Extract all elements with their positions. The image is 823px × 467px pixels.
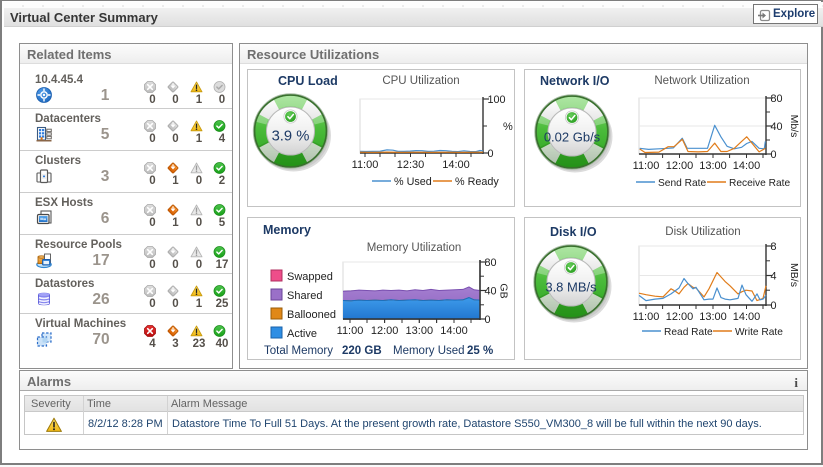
- svg-text:4: 4: [771, 271, 777, 283]
- svg-text:1: 1: [196, 133, 203, 145]
- svg-text:3: 3: [172, 338, 178, 350]
- svg-text:13:00: 13:00: [699, 311, 727, 323]
- svg-text:3.9 %: 3.9 %: [272, 129, 310, 145]
- svg-text:1: 1: [196, 94, 203, 106]
- svg-text:0: 0: [172, 133, 178, 145]
- svg-text:Virtual Machines: Virtual Machines: [35, 318, 126, 330]
- svg-text:0: 0: [149, 217, 155, 229]
- svg-text:Disk Utilization: Disk Utilization: [665, 226, 740, 238]
- svg-text:1: 1: [101, 87, 110, 104]
- svg-text:0: 0: [149, 175, 155, 187]
- svg-text:40: 40: [485, 286, 497, 298]
- svg-text:GB: GB: [498, 283, 510, 298]
- svg-text:80: 80: [771, 93, 783, 105]
- svg-text:14:00: 14:00: [733, 160, 761, 172]
- svg-text:13:00: 13:00: [699, 160, 727, 172]
- svg-text:Network Utilization: Network Utilization: [654, 75, 749, 87]
- svg-text:23: 23: [193, 338, 206, 350]
- svg-text:0: 0: [196, 259, 202, 271]
- svg-text:14:00: 14:00: [442, 159, 470, 171]
- svg-text:Datastores: Datastores: [35, 278, 94, 290]
- svg-text:0: 0: [488, 148, 494, 160]
- svg-text:Total Memory: Total Memory: [264, 345, 333, 357]
- svg-text:0: 0: [149, 298, 155, 310]
- svg-text:40: 40: [771, 121, 783, 133]
- svg-text:Write Rate: Write Rate: [735, 327, 783, 338]
- svg-text:10.4.45.4: 10.4.45.4: [35, 74, 84, 86]
- svg-text:1: 1: [172, 175, 179, 187]
- svg-text:1: 1: [172, 217, 179, 229]
- svg-text:Datacenters: Datacenters: [35, 113, 101, 125]
- svg-text:4: 4: [149, 338, 156, 350]
- svg-text:0: 0: [149, 259, 155, 271]
- svg-text:Clusters: Clusters: [35, 155, 81, 167]
- svg-text:Swapped: Swapped: [287, 271, 333, 283]
- svg-text:25: 25: [216, 298, 229, 310]
- svg-text:220 GB: 220 GB: [342, 345, 382, 357]
- svg-text:17: 17: [216, 259, 229, 271]
- svg-text:4: 4: [219, 133, 226, 145]
- svg-text:11:00: 11:00: [633, 160, 660, 172]
- svg-text:0: 0: [172, 298, 178, 310]
- svg-text:3.8 MB/s: 3.8 MB/s: [545, 280, 597, 295]
- svg-text:5: 5: [101, 126, 110, 143]
- svg-text:0.02 Gb/s: 0.02 Gb/s: [544, 130, 601, 145]
- svg-text:0: 0: [172, 94, 178, 106]
- svg-text:0: 0: [196, 217, 202, 229]
- svg-text:11:00: 11:00: [352, 159, 379, 171]
- svg-text:Memory Utilization: Memory Utilization: [367, 242, 462, 254]
- svg-text:12:00: 12:00: [666, 311, 694, 323]
- svg-text:Resource Pools: Resource Pools: [35, 239, 122, 251]
- svg-text:Read Rate: Read Rate: [664, 327, 713, 338]
- svg-text:0: 0: [771, 149, 777, 161]
- svg-text:80: 80: [485, 257, 497, 269]
- svg-text:0: 0: [219, 94, 225, 106]
- svg-text:14:00: 14:00: [733, 311, 761, 323]
- svg-text:17: 17: [92, 252, 109, 269]
- svg-text:Disk I/O: Disk I/O: [550, 225, 597, 239]
- svg-text:0: 0: [172, 259, 178, 271]
- svg-text:14:00: 14:00: [440, 325, 468, 337]
- svg-text:Memory: Memory: [263, 223, 311, 237]
- svg-text:Memory Used: Memory Used: [393, 345, 465, 357]
- svg-text:100: 100: [488, 94, 506, 106]
- svg-text:Network I/O: Network I/O: [540, 74, 610, 88]
- svg-text:12:30: 12:30: [397, 159, 425, 171]
- svg-text:11:00: 11:00: [633, 311, 660, 323]
- svg-text:% Ready: % Ready: [455, 176, 499, 188]
- svg-text:Send Rate: Send Rate: [658, 178, 706, 189]
- svg-text:Mb/s: Mb/s: [788, 115, 800, 138]
- svg-text:0: 0: [196, 175, 202, 187]
- svg-text:0: 0: [771, 300, 777, 312]
- svg-text:12:00: 12:00: [666, 160, 694, 172]
- svg-text:%: %: [503, 121, 513, 133]
- svg-text:Receive Rate: Receive Rate: [729, 178, 790, 189]
- svg-text:70: 70: [92, 331, 109, 348]
- svg-text:3: 3: [101, 168, 110, 185]
- svg-text:0: 0: [149, 94, 155, 106]
- svg-text:0: 0: [485, 314, 491, 326]
- svg-text:CPU Load: CPU Load: [278, 74, 338, 88]
- svg-text:13:00: 13:00: [406, 325, 434, 337]
- svg-text:Ballooned: Ballooned: [287, 309, 336, 321]
- svg-text:Active: Active: [287, 328, 317, 340]
- svg-text:% Used: % Used: [394, 176, 432, 188]
- svg-text:26: 26: [92, 291, 110, 308]
- svg-text:ESX Hosts: ESX Hosts: [35, 197, 93, 209]
- svg-text:MB/s: MB/s: [788, 263, 800, 287]
- svg-text:12:00: 12:00: [371, 325, 399, 337]
- svg-text:40: 40: [216, 338, 229, 350]
- svg-text:1: 1: [196, 298, 203, 310]
- svg-text:6: 6: [101, 210, 110, 227]
- svg-text:5: 5: [219, 217, 226, 229]
- svg-text:25 %: 25 %: [467, 345, 493, 357]
- svg-text:8: 8: [771, 241, 777, 253]
- svg-text:11:00: 11:00: [337, 325, 364, 337]
- svg-text:0: 0: [149, 133, 155, 145]
- svg-text:2: 2: [219, 175, 225, 187]
- svg-text:CPU Utilization: CPU Utilization: [382, 75, 459, 87]
- svg-text:Shared: Shared: [287, 290, 322, 302]
